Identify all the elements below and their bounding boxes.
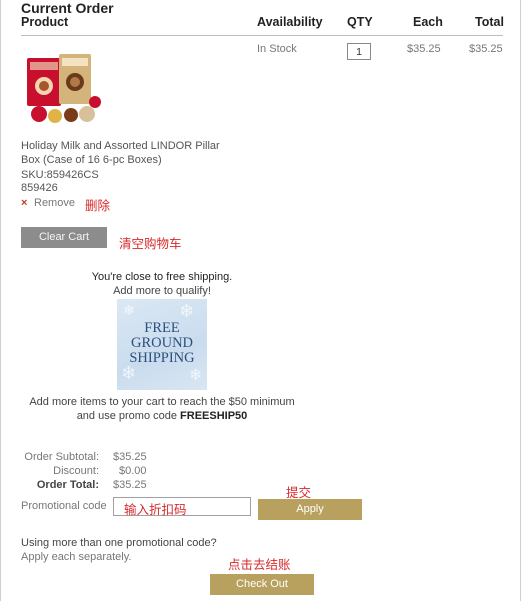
page-title: Current Order — [21, 0, 114, 16]
column-header-total: Total — [475, 15, 504, 29]
product-image[interactable] — [25, 52, 107, 126]
remove-link[interactable]: Remove — [34, 197, 75, 209]
column-header-each: Each — [413, 15, 443, 29]
column-header-product: Product — [21, 15, 69, 29]
line-total: $35.25 — [469, 43, 503, 55]
annotation-checkout: 点击去结账 — [228, 557, 291, 572]
free-shipping-banner: ❄ ❄ ❄ ❄ FREE GROUND SHIPPING — [117, 299, 207, 390]
promo-code-label: Promotional code — [21, 500, 107, 512]
snowflake-icon: ❄ — [123, 303, 135, 319]
multiple-promo-question: Using more than one promotional code? — [21, 537, 217, 549]
product-name-link[interactable]: Holiday Milk and Assorted LINDOR Pillar … — [21, 139, 231, 167]
column-header-availability: Availability — [257, 15, 323, 29]
minimum-order-message: Add more items to your cart to reach the… — [29, 396, 295, 408]
annotation-promo-code: 输入折扣码 — [124, 502, 187, 517]
annotation-clear-cart: 清空购物车 — [119, 236, 182, 251]
annotation-delete: 删除 — [85, 198, 111, 213]
promo-code-message: and use promo code FREESHIP50 — [21, 410, 303, 422]
header-divider — [21, 35, 503, 36]
product-code: 859426 — [21, 182, 58, 194]
clear-cart-button[interactable]: Clear Cart — [21, 227, 107, 248]
snowflake-icon: ❄ — [179, 301, 195, 322]
quantity-input[interactable] — [347, 43, 371, 60]
free-shipping-submessage: Add more to qualify! — [113, 285, 211, 297]
cart-panel: Current Order Product Availability QTY E… — [0, 0, 521, 601]
column-header-qty: QTY — [347, 15, 373, 29]
subtotal-value: $35.25 — [113, 451, 147, 463]
multiple-promo-hint: Apply each separately. — [21, 551, 132, 563]
promo-code-value: FREESHIP50 — [180, 410, 248, 422]
order-total-label: Order Total: — [36, 479, 99, 491]
discount-label: Discount: — [53, 465, 99, 477]
snowflake-icon: ❄ — [189, 365, 203, 384]
order-total-value: $35.25 — [113, 479, 147, 491]
free-shipping-banner-text: FREE GROUND SHIPPING — [129, 320, 195, 366]
remove-icon[interactable]: × — [21, 197, 27, 209]
checkout-button[interactable]: Check Out — [210, 574, 314, 595]
free-shipping-message: You're close to free shipping. — [91, 271, 233, 283]
snowflake-icon: ❄ — [121, 363, 137, 384]
unit-price: $35.25 — [407, 43, 441, 55]
discount-value: $0.00 — [119, 465, 147, 477]
subtotal-label: Order Subtotal: — [24, 451, 99, 463]
product-sku: SKU:859426CS — [21, 169, 99, 181]
availability-value: In Stock — [257, 43, 297, 55]
promo-code-prefix: and use promo code — [76, 410, 181, 422]
apply-promo-button[interactable]: Apply — [258, 499, 362, 520]
